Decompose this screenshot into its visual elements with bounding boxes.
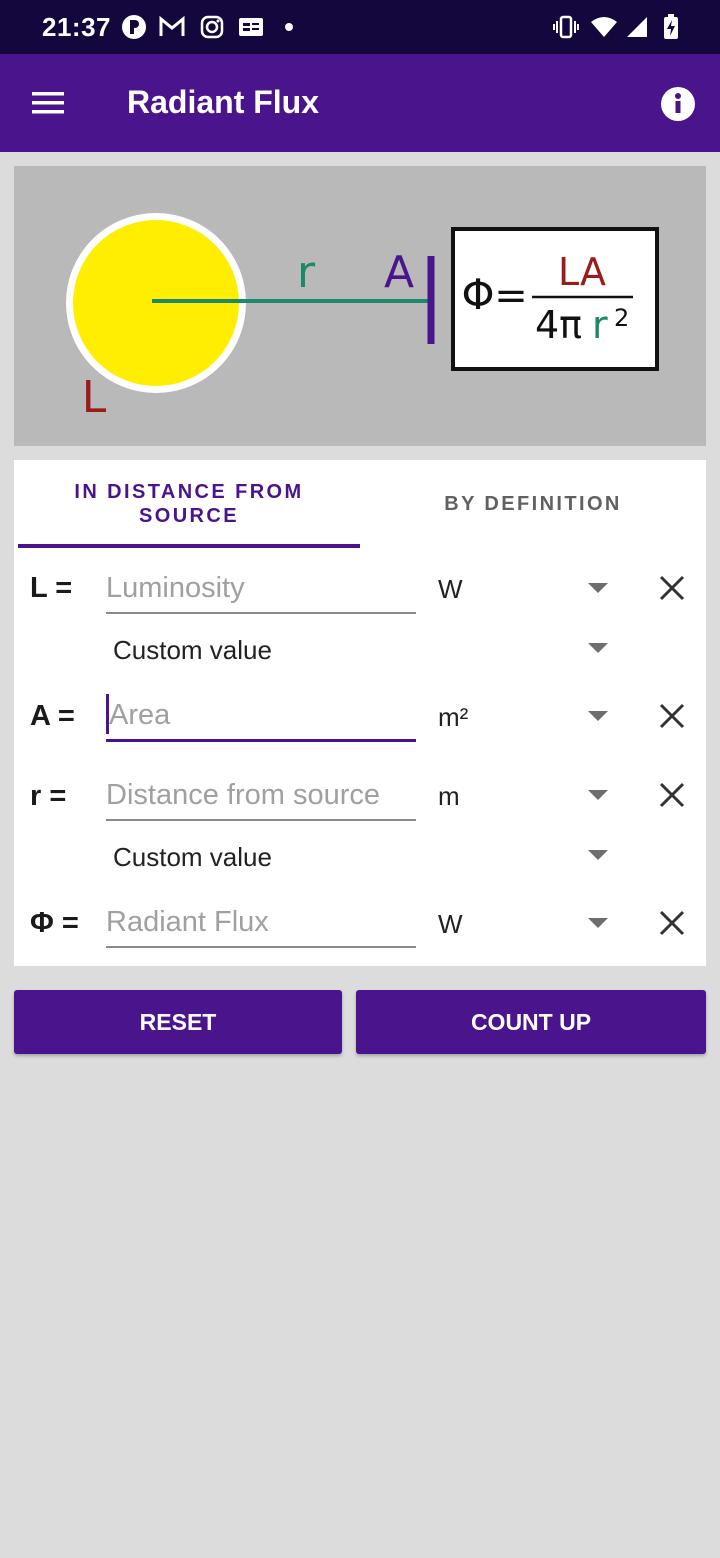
- status-time: 21:37: [42, 12, 111, 42]
- illustration-canvas: L r A Φ = LA 4π r 2: [66, 213, 659, 423]
- flux-clear-icon[interactable]: [654, 905, 690, 941]
- tab-by-definition[interactable]: BY DEFINITION: [360, 460, 706, 548]
- area-field[interactable]: [106, 690, 416, 742]
- distance-unit-select[interactable]: m: [438, 781, 460, 812]
- chevron-down-icon[interactable]: [588, 850, 608, 862]
- app-notification-icon: [120, 13, 148, 41]
- formula-equals: =: [494, 273, 528, 319]
- tab-in-distance-from-source[interactable]: IN DISTANCE FROM SOURCE: [18, 460, 360, 548]
- app-bar: Radiant Flux: [0, 54, 720, 152]
- formula-lhs: Φ: [461, 270, 494, 319]
- distance-label: r =: [30, 780, 67, 812]
- news-icon: [237, 13, 265, 41]
- tab-indicator: [18, 544, 360, 548]
- text-cursor: [106, 694, 109, 734]
- area-clear-icon[interactable]: [654, 698, 690, 734]
- distance-field[interactable]: [106, 769, 416, 821]
- tab-label: IN DISTANCE FROM SOURCE: [74, 481, 304, 527]
- luminosity-field[interactable]: [106, 562, 416, 614]
- gmail-icon: [158, 13, 186, 41]
- formula-numerator-text: LA: [558, 250, 606, 294]
- formula-denominator-exponent: 2: [614, 304, 629, 332]
- more-notifications-dot-icon: [282, 13, 296, 41]
- reset-button[interactable]: RESET: [14, 990, 342, 1054]
- flux-label: Φ =: [30, 907, 79, 939]
- area-label: A: [384, 247, 414, 298]
- chevron-down-icon[interactable]: [588, 711, 608, 723]
- luminosity-input[interactable]: [106, 562, 416, 612]
- chevron-down-icon[interactable]: [588, 918, 608, 930]
- hamburger-menu-icon[interactable]: [20, 78, 76, 128]
- chevron-down-icon[interactable]: [588, 583, 608, 595]
- area-unit-select[interactable]: m²: [438, 702, 468, 733]
- luminosity-clear-icon[interactable]: [654, 570, 690, 606]
- source-label: L: [82, 372, 107, 423]
- vibrate-icon: [552, 13, 580, 41]
- flux-input[interactable]: [106, 896, 416, 946]
- luminosity-unit-select[interactable]: W: [438, 574, 463, 605]
- status-bar: 21:37: [0, 0, 720, 54]
- battery-charging-icon: [660, 13, 682, 41]
- area-input[interactable]: [106, 690, 416, 739]
- area-label: A =: [30, 700, 75, 732]
- luminosity-preset-select[interactable]: Custom value: [113, 635, 272, 666]
- instagram-icon: [198, 13, 226, 41]
- chevron-down-icon[interactable]: [588, 790, 608, 802]
- page-title: Radiant Flux: [127, 84, 320, 120]
- formula-illustration: L r A Φ = LA 4π r 2: [14, 166, 706, 446]
- distance-clear-icon[interactable]: [654, 777, 690, 813]
- count-up-button[interactable]: COUNT UP: [356, 990, 706, 1054]
- chevron-down-icon[interactable]: [588, 643, 608, 655]
- flux-unit-select[interactable]: W: [438, 909, 463, 940]
- tab-label: BY DEFINITION: [444, 493, 622, 515]
- formula-numerator: LA: [558, 250, 606, 294]
- wifi-icon: [590, 13, 618, 41]
- formula-denominator-prefix: 4π: [535, 303, 582, 347]
- luminosity-label: L =: [30, 572, 73, 604]
- formula-denominator-var: r: [592, 303, 608, 347]
- info-icon[interactable]: [656, 82, 700, 126]
- distance-label: r: [297, 247, 316, 298]
- calculator-card: IN DISTANCE FROM SOURCE BY DEFINITION L …: [14, 460, 706, 966]
- flux-field[interactable]: [106, 896, 416, 948]
- distance-preset-select[interactable]: Custom value: [113, 842, 272, 873]
- distance-input[interactable]: [106, 769, 416, 819]
- cellular-signal-icon: [624, 13, 650, 41]
